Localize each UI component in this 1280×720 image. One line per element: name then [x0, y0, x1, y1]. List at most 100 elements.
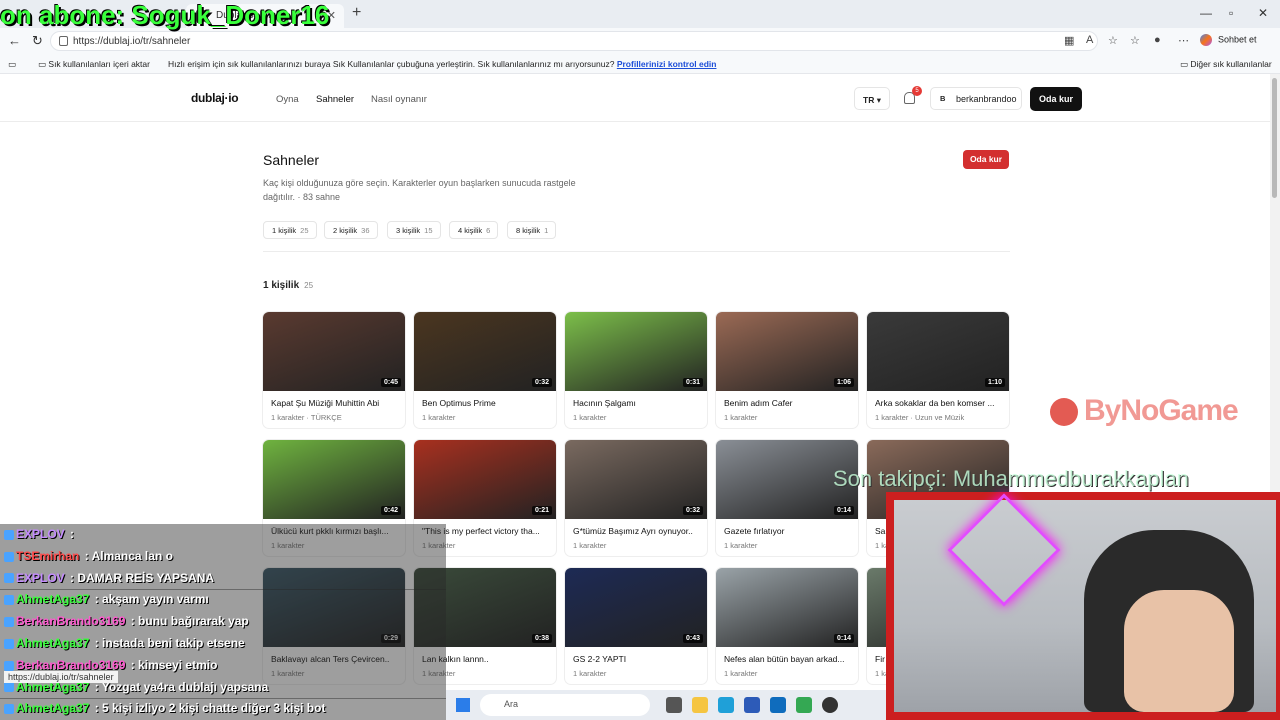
scene-meta: 1 karakter	[724, 413, 758, 422]
filter-label: 2 kişilik	[333, 226, 358, 235]
scene-thumbnail[interactable]: 1:10	[867, 312, 1009, 391]
filter-4-player[interactable]: 4 kişilik 6	[449, 221, 499, 239]
minimize-icon[interactable]: —	[1200, 6, 1212, 20]
task-view-icon[interactable]	[666, 697, 682, 713]
back-icon[interactable]: ←	[8, 33, 21, 48]
scrollbar-thumb[interactable]	[1272, 78, 1277, 198]
profile-icon[interactable]: ●	[1154, 34, 1161, 46]
chat-message: AhmetAga37 : 5 kişi izliyo 2 kişi chatte…	[0, 698, 446, 720]
filter-2-player[interactable]: 2 kişilik 36	[324, 221, 378, 239]
tab-actions-icon[interactable]: ▦	[1064, 34, 1074, 47]
import-favorites-link[interactable]: ▭ Sık kullanılanları içeri aktar	[38, 59, 150, 70]
edge-icon[interactable]	[718, 697, 734, 713]
scene-title[interactable]: Hacının Şalgamı	[573, 398, 701, 408]
file-explorer-icon[interactable]	[692, 697, 708, 713]
scene-meta: 1 karakter	[422, 413, 456, 422]
favorite-star-icon[interactable]: ☆	[1108, 34, 1118, 47]
nav-play[interactable]: Oyna	[276, 94, 299, 105]
scene-title[interactable]: Kapat Şu Müziği Muhittin Abi	[271, 398, 399, 408]
create-room-header-button[interactable]: Oda kur	[1030, 87, 1082, 111]
scene-thumbnail[interactable]: 0:42	[263, 440, 405, 519]
nav-scenes[interactable]: Sahneler	[316, 94, 354, 105]
address-bar-row: ← ↻ https://dublaj.io/tr/sahneler ▦ A ☆ …	[0, 28, 1280, 54]
duration-badge: 1:10	[984, 378, 1005, 387]
webcam-feed	[894, 493, 1276, 712]
section-title: 1 kişilik 25	[263, 280, 313, 291]
url-text: https://dublaj.io/tr/sahneler	[73, 36, 191, 47]
taskbar-search[interactable]: Ara	[480, 694, 650, 716]
favorites-hint: Hızlı erişim için sık kullanılanlarınızı…	[168, 59, 716, 69]
chrome-icon[interactable]	[796, 697, 812, 713]
scene-card[interactable]: 1:10 Arka sokaklar da ben komser ... 1 kar…	[867, 312, 1009, 428]
outlook-icon[interactable]	[770, 697, 786, 713]
chat-text: : 5 kişi izliyo 2 kişi chatte diğer 3 ki…	[91, 701, 326, 716]
scene-card[interactable]: 0:31 Hacının Şalgamı 1 karakter	[565, 312, 707, 428]
user-menu[interactable]: B berkanbrandoo	[930, 87, 1022, 110]
scene-thumbnail[interactable]: 0:21	[414, 440, 556, 519]
scene-meta: 1 karakter · Uzun ve Müzik	[875, 413, 965, 422]
filter-1-player[interactable]: 1 kişilik 25	[263, 221, 317, 239]
scene-card[interactable]: 0:14 Nefes alan bütün bayan arkad... 1 kar…	[716, 568, 858, 684]
collections-icon[interactable]: ☆	[1130, 34, 1140, 47]
filter-label: 8 kişilik	[516, 226, 541, 235]
chat-badge-icon	[4, 638, 14, 649]
bynogame-logo-icon	[1050, 398, 1078, 426]
filter-count: 25	[300, 226, 309, 235]
scene-thumbnail[interactable]: 0:45	[263, 312, 405, 391]
other-favorites-folder[interactable]: ▭ Diğer sık kullanılanlar	[1180, 59, 1272, 70]
maximize-icon[interactable]: ▫	[1229, 6, 1233, 20]
scene-title[interactable]: Nefes alan bütün bayan arkad...	[724, 654, 852, 664]
scene-thumbnail[interactable]: 1:06	[716, 312, 858, 391]
chat-text: :	[66, 527, 75, 541]
copilot-chat-button[interactable]: Sohbet et	[1200, 34, 1257, 46]
create-room-button[interactable]: Oda kur	[963, 150, 1009, 169]
store-icon[interactable]	[744, 697, 760, 713]
scene-thumbnail[interactable]: 0:31	[565, 312, 707, 391]
scene-thumbnail[interactable]: 0:32	[565, 440, 707, 519]
scene-title[interactable]: GS 2-2 YAPTI	[573, 654, 701, 664]
scene-title[interactable]: Arka sokaklar da ben komser ...	[875, 398, 1003, 408]
scene-title[interactable]: Gazete fırlatıyor	[724, 526, 852, 536]
chat-text: : DAMAR REİS YAPSANA	[66, 570, 215, 585]
filter-8-player[interactable]: 8 kişilik 1	[507, 221, 557, 239]
chat-username: BerkanBrando3169	[16, 657, 126, 672]
check-profiles-link[interactable]: Profillerinizi kontrol edin	[617, 59, 717, 69]
chat-message: EXPLOV : DAMAR REİS YAPSANA	[0, 567, 446, 590]
language-select[interactable]: TR ▾	[854, 87, 890, 110]
scene-card[interactable]: 0:43 GS 2-2 YAPTI 1 karakter	[565, 568, 707, 684]
site-info-icon[interactable]	[59, 36, 68, 46]
scene-thumbnail[interactable]: 0:32	[414, 312, 556, 391]
scene-card[interactable]: 0:45 Kapat Şu Müziği Muhittin Abi 1 karakt…	[263, 312, 405, 428]
new-tab-icon[interactable]: +	[352, 4, 361, 22]
scene-thumbnail[interactable]: 0:43	[565, 568, 707, 647]
read-aloud-icon[interactable]: A	[1086, 34, 1093, 46]
reload-icon[interactable]: ↻	[32, 33, 43, 49]
scene-card[interactable]: 0:32 Ben Optimus Prime 1 karakter	[414, 312, 556, 428]
chat-username: BerkanBrando3169	[16, 614, 126, 629]
scene-card[interactable]: 1:06 Benim adım Cafer 1 karakter	[716, 312, 858, 428]
chat-text: : Yozgat ya4ra dublajı yapsana	[91, 679, 269, 694]
scene-card[interactable]: 0:14 Gazete fırlatıyor 1 karakter	[716, 440, 858, 556]
scene-meta: 1 karakter	[573, 541, 607, 550]
duration-badge: 0:31	[682, 378, 703, 387]
chat-message: AhmetAga37 : akşam yayın varmı	[0, 589, 446, 612]
site-logo[interactable]: dublaj·io	[191, 91, 239, 105]
scene-card[interactable]: 0:32 G*tümüz Başımız Ayrı oynuyor.. 1 kara…	[565, 440, 707, 556]
duration-badge: 0:32	[531, 378, 552, 387]
scene-thumbnail[interactable]: 0:14	[716, 568, 858, 647]
windows-start-icon[interactable]	[456, 698, 470, 712]
close-window-icon[interactable]: ✕	[1258, 6, 1268, 20]
filter-label: 1 kişilik	[272, 226, 297, 235]
chat-username: AhmetAga37	[16, 701, 90, 716]
scene-title[interactable]: Ben Optimus Prime	[422, 398, 550, 408]
chat-username: TSEmirhan	[16, 548, 80, 563]
more-menu-icon[interactable]: ⋯	[1178, 34, 1189, 47]
obs-icon[interactable]	[822, 697, 838, 713]
scene-title[interactable]: G*tümüz Başımız Ayrı oynuyor..	[573, 526, 701, 536]
nav-how-to-play[interactable]: Nasıl oynanır	[371, 94, 427, 105]
duration-badge: 0:45	[380, 378, 401, 387]
duration-badge: 0:14	[833, 634, 854, 643]
filter-3-player[interactable]: 3 kişilik 15	[387, 221, 441, 239]
url-input[interactable]: https://dublaj.io/tr/sahneler	[50, 31, 1098, 51]
scene-title[interactable]: Benim adım Cafer	[724, 398, 852, 408]
